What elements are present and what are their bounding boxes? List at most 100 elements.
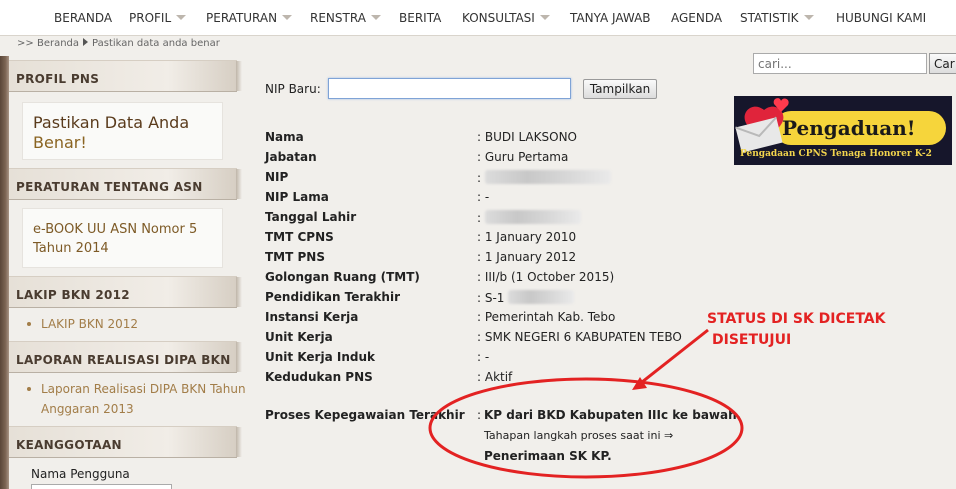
breadcrumb-prefix: >>	[17, 38, 34, 49]
pengaduan-banner[interactable]: Pengaduan! Pengadaan CPNS Tenaga Honorer…	[734, 96, 952, 165]
nav-item-renstra[interactable]: RENSTRA	[310, 11, 381, 25]
sidebar-title-dipa: LAPORAN REALISASI DIPA BKN	[9, 341, 242, 373]
top-navigation: BERANDA PROFIL PERATURAN RENSTRA BERITA …	[0, 0, 956, 36]
proses-colon: :	[477, 408, 482, 422]
nav-label: AGENDA	[671, 11, 723, 25]
annotation-line1: STATUS DI SK DICETAK	[707, 311, 886, 327]
breadcrumb-arrow-icon	[83, 38, 89, 46]
detail-value: : Guru Pertama	[477, 150, 568, 164]
search-button[interactable]: Car	[929, 53, 956, 74]
redacted-value	[485, 210, 582, 224]
detail-row: NIP:	[265, 170, 765, 190]
nav-item-hubungi-kami[interactable]: HUBUNGI KAMI	[836, 11, 926, 25]
detail-value-text: : 1 January 2012	[477, 250, 577, 264]
nav-item-tanya-jawab[interactable]: TANYA JAWAB	[570, 11, 651, 25]
dropdown-caret-icon	[539, 15, 550, 20]
username-input[interactable]	[31, 484, 172, 489]
proses-value-line3: Penerimaan SK KP.	[484, 449, 612, 463]
detail-row: Jabatan : Guru Pertama	[265, 150, 765, 170]
detail-label: Tanggal Lahir	[265, 210, 357, 224]
detail-value: : S-1	[477, 290, 575, 305]
dropdown-caret-icon	[282, 15, 293, 20]
detail-value-text: : 1 January 2010	[477, 230, 577, 244]
nav-item-profil[interactable]: PROFIL	[129, 11, 187, 25]
detail-label: TMT CPNS	[265, 230, 334, 244]
sidebar-title-text: PROFIL PNS	[16, 72, 100, 86]
nav-item-agenda[interactable]: AGENDA	[671, 11, 722, 25]
detail-value-text: : SMK NEGERI 6 KABUPATEN TEBO	[477, 330, 682, 344]
sidebar-title-lakip: LAKIP BKN 2012	[9, 276, 242, 308]
ebook-card[interactable]: e-BOOK UU ASN Nomor 5 Tahun 2014	[22, 208, 223, 268]
nav-label: HUBUNGI KAMI	[836, 11, 927, 25]
detail-label: Unit Kerja	[265, 330, 333, 344]
proses-label: Proses Kepegawaian Terakhir	[265, 408, 465, 422]
status-annotation: STATUS DI SK DICETAK DISETUJUI	[707, 309, 886, 351]
nav-label: RENSTRA	[310, 11, 366, 25]
nip-label: NIP Baru:	[265, 82, 321, 96]
search-input[interactable]	[753, 53, 927, 74]
dropdown-caret-icon	[370, 15, 381, 20]
nav-label: PERATURAN	[206, 11, 278, 25]
detail-value: : Pemerintah Kab. Tebo	[477, 310, 615, 324]
annotation-line2: DISETUJUI	[712, 332, 792, 348]
sidebar-title-text: LAPORAN REALISASI DIPA BKN	[16, 353, 231, 367]
bullet-icon	[27, 387, 31, 391]
detail-label: NIP	[265, 170, 289, 184]
nip-input[interactable]	[328, 78, 571, 99]
detail-row: Golongan Ruang (TMT): III/b (1 October 2…	[265, 270, 765, 290]
detail-value: :	[477, 210, 582, 225]
detail-row: TMT PNS : 1 January 2012	[265, 250, 765, 270]
detail-value: : SMK NEGERI 6 KABUPATEN TEBO	[477, 330, 682, 344]
detail-value-text: :	[477, 171, 482, 185]
breadcrumb-home-link[interactable]: Beranda	[37, 38, 79, 49]
detail-row: Instansi Kerja: Pemerintah Kab. Tebo	[265, 310, 765, 330]
nav-item-konsultasi[interactable]: KONSULTASI	[462, 11, 550, 25]
detail-label: TMT PNS	[265, 250, 325, 264]
profil-card[interactable]: Pastikan Data Anda Benar!	[22, 102, 223, 160]
dropdown-caret-icon	[176, 15, 187, 20]
sidebar-title-text: PERATURAN TENTANG ASN	[16, 180, 203, 194]
dipa-link-line1[interactable]: Laporan Realisasi DIPA BKN Tahun	[41, 379, 246, 399]
detail-row: Unit Kerja : SMK NEGERI 6 KABUPATEN TEBO	[265, 330, 765, 350]
detail-value-text: : III/b (1 October 2015)	[477, 270, 615, 284]
detail-value-text: : BUDI LAKSONO	[477, 130, 577, 144]
nav-item-statistik[interactable]: STATISTIK	[740, 11, 814, 25]
detail-value: : 1 January 2012	[477, 250, 576, 264]
detail-value: : Aktif	[477, 370, 512, 384]
lakip-link[interactable]: LAKIP BKN 2012	[41, 314, 138, 334]
ebook-card-line1: e-BOOK UU ASN Nomor 5	[33, 222, 198, 237]
nav-label: BERANDA	[54, 11, 113, 25]
nav-item-peraturan[interactable]: PERATURAN	[206, 11, 293, 25]
detail-value-text: : Guru Pertama	[477, 150, 569, 164]
dropdown-caret-icon	[803, 15, 814, 20]
detail-row: Nama : BUDI LAKSONO	[265, 130, 765, 150]
detail-label: Nama	[265, 130, 304, 144]
detail-value-text: : -	[477, 190, 490, 204]
tampilkan-button[interactable]: Tampilkan	[583, 79, 657, 99]
nav-item-beranda[interactable]: BERANDA	[54, 11, 112, 25]
dipa-link-line2[interactable]: Anggaran 2013	[41, 399, 134, 419]
detail-value: : -	[477, 190, 489, 204]
proses-value-line1: KP dari BKD Kabupaten IIIc ke bawah.	[484, 408, 742, 422]
detail-value-text: : Aktif	[477, 370, 513, 384]
proses-value-line2: Tahapan langkah proses saat ini ⇒	[484, 429, 674, 442]
detail-label: Pendidikan Terakhir	[265, 290, 400, 304]
detail-value: : BUDI LAKSONO	[477, 130, 577, 144]
detail-label: Unit Kerja Induk	[265, 350, 375, 364]
nav-item-berita[interactable]: BERITA	[399, 11, 441, 25]
detail-row: Tanggal Lahir:	[265, 210, 765, 230]
username-label: Nama Pengguna	[31, 467, 130, 481]
detail-label: NIP Lama	[265, 190, 329, 204]
detail-label: Kedudukan PNS	[265, 370, 373, 384]
breadcrumb: >> Beranda Pastikan data anda benar	[17, 38, 220, 49]
detail-label: Jabatan	[265, 150, 317, 164]
detail-value: : -	[477, 350, 489, 364]
sidebar-title-text: LAKIP BKN 2012	[16, 288, 130, 302]
sidebar-title-text: KEANGGOTAAN	[16, 438, 122, 452]
detail-value-text: : Pemerintah Kab. Tebo	[477, 310, 616, 324]
breadcrumb-current: Pastikan data anda benar	[92, 38, 220, 49]
redacted-value	[485, 170, 612, 184]
sidebar-title-peraturan: PERATURAN TENTANG ASN	[9, 168, 242, 200]
nav-label: TANYA JAWAB	[570, 11, 651, 25]
detail-value-text: :	[477, 211, 482, 225]
